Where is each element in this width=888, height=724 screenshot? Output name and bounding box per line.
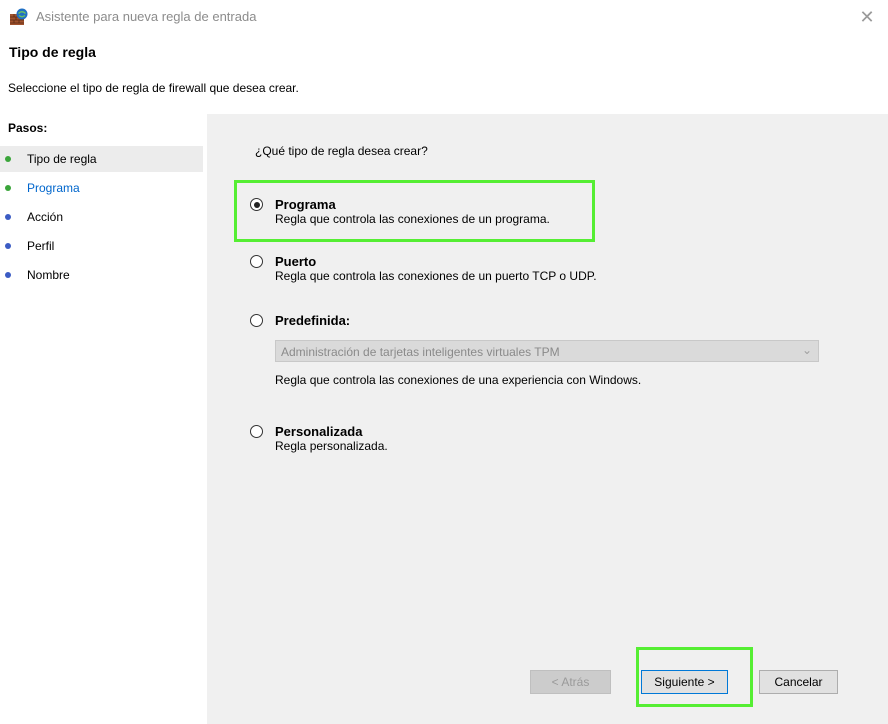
page-subtitle: Seleccione el tipo de regla de firewall …: [8, 81, 299, 95]
step-tipo-de-regla[interactable]: Tipo de regla: [0, 146, 203, 172]
option-title: Predefinida:: [275, 313, 351, 328]
content-panel: ¿Qué tipo de regla desea crear? Programa…: [207, 114, 888, 724]
next-button[interactable]: Siguiente >: [641, 670, 728, 694]
step-status-icon: [5, 185, 11, 191]
option-description: Regla que controla las conexiones de un …: [275, 212, 550, 226]
dropdown-value: Administración de tarjetas inteligentes …: [281, 345, 560, 359]
back-button[interactable]: < Atrás: [530, 670, 611, 694]
wizard-header: Tipo de regla Seleccione el tipo de regl…: [0, 34, 888, 110]
page-title: Tipo de regla: [9, 44, 96, 60]
step-status-icon: [5, 214, 11, 220]
step-accion[interactable]: Acción: [0, 204, 203, 230]
option-description: Regla que controla las conexiones de un …: [275, 269, 597, 283]
option-title: Programa: [275, 197, 336, 212]
step-label: Programa: [27, 181, 80, 195]
chevron-down-icon: ⌄: [801, 343, 812, 357]
window-title: Asistente para nueva regla de entrada: [36, 9, 257, 24]
step-perfil[interactable]: Perfil: [0, 233, 203, 259]
option-title: Personalizada: [275, 424, 363, 439]
steps-panel: Pasos: Tipo de regla Programa Acción Per…: [0, 114, 206, 724]
question-label: ¿Qué tipo de regla desea crear?: [255, 144, 428, 158]
step-status-icon: [5, 243, 11, 249]
step-programa[interactable]: Programa: [0, 175, 203, 201]
close-button[interactable]: ✕: [852, 2, 882, 32]
title-bar: Asistente para nueva regla de entrada ✕: [0, 0, 888, 34]
step-label: Perfil: [27, 239, 55, 253]
option-description: Regla personalizada.: [275, 439, 388, 453]
cancel-button[interactable]: Cancelar: [759, 670, 838, 694]
radio-programa[interactable]: [250, 198, 263, 211]
radio-puerto[interactable]: [250, 255, 263, 268]
radio-predefinida[interactable]: [250, 314, 263, 327]
predefined-description: Regla que controla las conexiones de una…: [275, 373, 642, 387]
step-label: Nombre: [27, 268, 70, 282]
step-label: Tipo de regla: [27, 152, 97, 166]
step-status-icon: [5, 156, 11, 162]
steps-header: Pasos:: [8, 121, 48, 135]
radio-personalizada[interactable]: [250, 425, 263, 438]
step-status-icon: [5, 272, 11, 278]
step-nombre[interactable]: Nombre: [0, 262, 203, 288]
step-label: Acción: [27, 210, 64, 224]
predefined-rule-dropdown[interactable]: Administración de tarjetas inteligentes …: [275, 340, 819, 362]
firewall-shield-icon: [10, 8, 28, 25]
option-title: Puerto: [275, 254, 317, 269]
